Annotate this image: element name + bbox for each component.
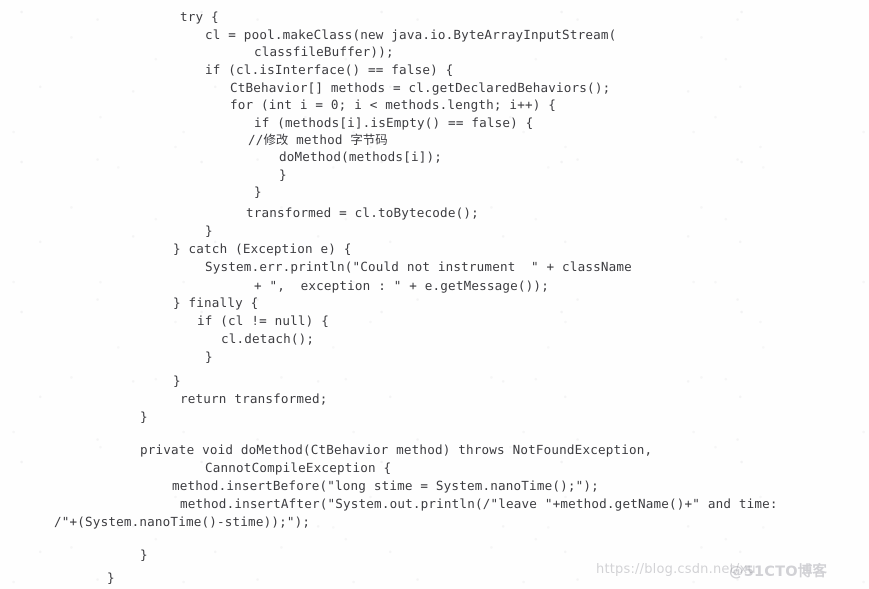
- comment-part: 修改: [263, 132, 289, 147]
- code-line: if (cl != null) {: [197, 313, 329, 328]
- code-line: private void doMethod(CtBehavior method)…: [140, 442, 653, 457]
- code-line: if (methods[i].isEmpty() == false) {: [254, 115, 534, 130]
- code-line: classfileBuffer));: [254, 44, 394, 59]
- site-tag-watermark: @51CTO博客: [729, 564, 828, 580]
- code-line: + ", exception : " + e.getMessage());: [254, 278, 549, 293]
- comment-part: //: [248, 132, 264, 147]
- comment-part: 字节码: [350, 132, 388, 147]
- csdn-url-watermark: https://blog.csdn.net/xu: [596, 562, 756, 577]
- code-line: method.insertAfter("System.out.println(/…: [180, 496, 778, 511]
- code-line: }: [279, 167, 287, 182]
- code-line: try {: [180, 9, 219, 24]
- code-line: }: [107, 570, 115, 585]
- code-line: for (int i = 0; i < methods.length; i++)…: [230, 97, 557, 112]
- code-line: CtBehavior[] methods = cl.getDeclaredBeh…: [230, 80, 611, 95]
- code-line: }: [205, 349, 213, 364]
- comment-part: method: [288, 132, 351, 147]
- code-line: CannotCompileException {: [205, 460, 392, 475]
- code-line: }: [205, 223, 213, 238]
- code-line: /"+(System.nanoTime()-stime));");: [54, 514, 311, 529]
- code-line: if (cl.isInterface() == false) {: [205, 62, 454, 77]
- code-line: } finally {: [173, 295, 259, 310]
- code-line: }: [140, 547, 148, 562]
- code-line: doMethod(methods[i]);: [279, 149, 443, 164]
- code-line: transformed = cl.toBytecode();: [246, 205, 479, 220]
- code-line: System.err.println("Could not instrument…: [205, 259, 632, 274]
- code-line: cl = pool.makeClass(new java.io.ByteArra…: [205, 27, 617, 42]
- code-line: return transformed;: [180, 391, 328, 406]
- code-line: method.insertBefore("long stime = System…: [172, 478, 599, 493]
- code-line: cl.detach();: [221, 331, 315, 346]
- code-line: } catch (Exception e) {: [173, 241, 352, 256]
- code-line: }: [173, 373, 181, 388]
- code-comment-line: //修改 method 字节码: [248, 131, 388, 148]
- code-line: }: [254, 184, 262, 199]
- code-listing-page: try { cl = pool.makeClass(new java.io.Byt…: [0, 0, 869, 589]
- code-line: }: [140, 409, 148, 424]
